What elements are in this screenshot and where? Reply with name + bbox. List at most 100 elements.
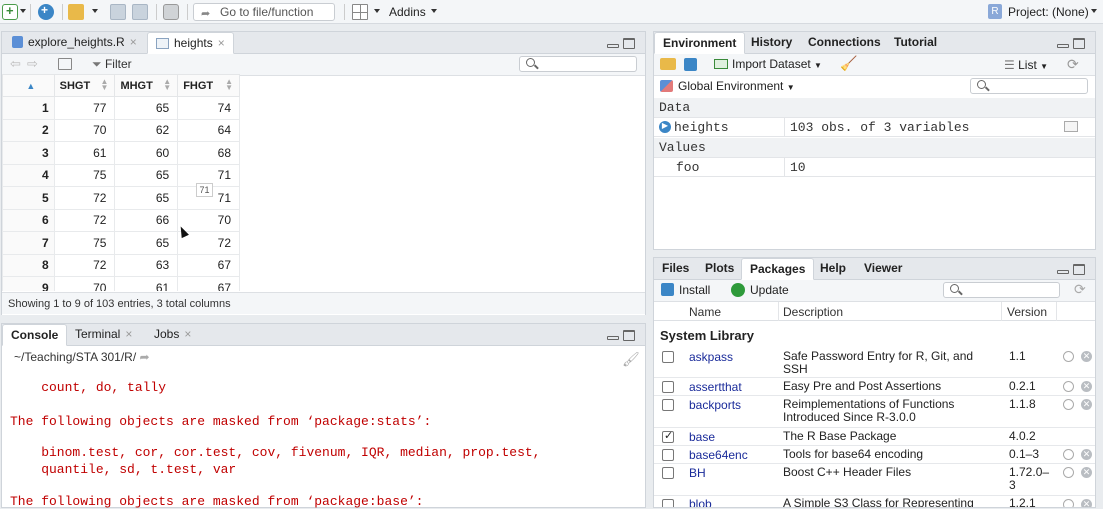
environment-pane-minmax[interactable] (1057, 38, 1089, 50)
load-workspace-icon[interactable] (660, 58, 676, 70)
tab-viewer[interactable]: Viewer (856, 258, 910, 280)
package-name-link[interactable]: base64enc (689, 448, 748, 462)
goto-file-function-input[interactable]: ➦ Go to file/function (193, 3, 335, 21)
save-all-icon[interactable] (132, 4, 148, 20)
clear-console-icon[interactable]: 🖌 (622, 348, 640, 370)
refresh-icon[interactable]: ⟳ (1067, 56, 1079, 73)
rownum-header[interactable]: ▲ (2, 74, 55, 97)
sort-icon[interactable]: ▲ ▼ (101, 78, 109, 92)
globe-icon[interactable] (1063, 399, 1074, 410)
save-icon[interactable] (110, 4, 126, 20)
grid-search-input[interactable] (519, 56, 637, 72)
package-name-link[interactable]: blob (689, 497, 712, 507)
minimize-icon[interactable] (607, 336, 619, 340)
globe-icon[interactable] (1063, 449, 1074, 460)
package-checkbox[interactable] (662, 467, 674, 479)
maximize-icon[interactable] (1073, 38, 1085, 49)
tab-history[interactable]: History (743, 32, 800, 54)
maximize-icon[interactable] (623, 330, 635, 341)
environment-search-input[interactable] (970, 78, 1088, 94)
column-header[interactable]: SHGT ▲ ▼ (53, 74, 116, 97)
pane-layout-dropdown-icon[interactable] (374, 9, 380, 13)
addins-dropdown-icon[interactable] (431, 9, 437, 13)
col-version-header[interactable]: Version (1007, 305, 1047, 319)
goto-dir-icon[interactable]: ➦ (140, 350, 150, 364)
package-name-link[interactable]: base (689, 430, 715, 444)
pane-layout-icon[interactable] (352, 4, 368, 20)
sort-icon[interactable]: ▲ ▼ (163, 78, 171, 92)
remove-package-icon[interactable]: ✕ (1081, 399, 1092, 410)
print-icon[interactable] (163, 4, 179, 20)
popout-icon[interactable] (58, 58, 72, 70)
remove-package-icon[interactable]: ✕ (1081, 467, 1092, 478)
tab-connections[interactable]: Connections (800, 32, 889, 54)
package-name-link[interactable]: askpass (689, 350, 733, 364)
tab-plots[interactable]: Plots (697, 258, 742, 280)
package-checkbox[interactable] (662, 399, 674, 411)
package-name-link[interactable]: BH (689, 466, 706, 480)
packages-pane-minmax[interactable] (1057, 264, 1089, 276)
console-pane-minmax[interactable] (607, 330, 639, 342)
minimize-icon[interactable] (1057, 44, 1069, 48)
env-row-heights[interactable]: ▶ heights 103 obs. of 3 variables (654, 118, 1095, 137)
close-icon[interactable]: × (130, 35, 137, 49)
globe-icon[interactable] (1063, 351, 1074, 362)
tab-environment[interactable]: Environment (654, 32, 746, 54)
addins-menu[interactable]: Addins (389, 5, 426, 19)
new-file-icon[interactable]: + (2, 3, 18, 20)
tab-terminal[interactable]: Terminal × (67, 324, 140, 346)
packages-search-input[interactable] (943, 282, 1060, 298)
tab-packages[interactable]: Packages (741, 258, 815, 280)
tab-tutorial[interactable]: Tutorial (886, 32, 945, 54)
new-project-icon[interactable]: + (38, 3, 54, 20)
back-arrow-icon[interactable]: ⇦ (10, 56, 21, 72)
close-icon[interactable]: × (218, 36, 225, 50)
package-checkbox[interactable] (662, 351, 674, 363)
remove-package-icon[interactable]: ✕ (1081, 381, 1092, 392)
package-name-link[interactable]: backports (689, 398, 741, 412)
package-name-link[interactable]: assertthat (689, 380, 742, 394)
tab-console[interactable]: Console (2, 324, 68, 346)
view-table-icon[interactable] (1064, 121, 1078, 132)
maximize-icon[interactable] (1073, 264, 1085, 275)
close-icon[interactable]: × (125, 327, 132, 341)
package-checkbox[interactable] (662, 381, 674, 393)
install-button[interactable]: Install (661, 283, 710, 297)
column-header[interactable]: MHGT ▲ ▼ (114, 74, 179, 97)
column-header[interactable]: FHGT ▲ ▼ (177, 74, 240, 97)
list-view-menu[interactable]: ☰ List ▼ (1004, 58, 1048, 72)
save-workspace-icon[interactable] (684, 58, 697, 71)
expand-icon[interactable]: ▶ (659, 121, 671, 133)
sort-icon[interactable]: ▲ ▼ (225, 78, 233, 92)
new-file-dropdown-icon[interactable] (20, 9, 26, 13)
global-env-button[interactable]: Global Environment ▼ (660, 79, 795, 93)
source-pane-minmax[interactable] (607, 38, 639, 50)
close-icon[interactable]: × (184, 327, 191, 341)
project-dropdown-icon[interactable] (1091, 9, 1097, 13)
minimize-icon[interactable] (1057, 270, 1069, 274)
globe-icon[interactable] (1063, 381, 1074, 392)
open-file-icon[interactable] (68, 4, 84, 20)
refresh-icon[interactable]: ⟳ (1074, 281, 1086, 298)
import-dataset-button[interactable]: Import Dataset ▼ (714, 57, 822, 71)
tab-heights[interactable]: heights × (147, 32, 234, 54)
maximize-icon[interactable] (623, 38, 635, 49)
open-file-dropdown-icon[interactable] (92, 9, 98, 13)
tab-jobs[interactable]: Jobs × (146, 324, 199, 346)
minimize-icon[interactable] (607, 44, 619, 48)
clear-objects-icon[interactable]: 🧹 (840, 55, 857, 72)
package-checkbox[interactable] (662, 429, 674, 443)
package-checkbox[interactable] (662, 449, 674, 461)
remove-package-icon[interactable]: ✕ (1081, 351, 1092, 362)
remove-package-icon[interactable]: ✕ (1081, 449, 1092, 460)
tab-explore-heights[interactable]: explore_heights.R × (4, 32, 145, 54)
tab-help[interactable]: Help (812, 258, 854, 280)
col-description-header[interactable]: Description (783, 305, 843, 319)
forward-arrow-icon[interactable]: ⇨ (27, 56, 38, 72)
globe-icon[interactable] (1063, 467, 1074, 478)
update-button[interactable]: Update (731, 283, 789, 297)
tab-files[interactable]: Files (654, 258, 697, 280)
env-row-foo[interactable]: foo 10 (654, 158, 1095, 177)
filter-button[interactable]: ⏷ Filter (92, 57, 132, 72)
project-menu[interactable]: Project: (None) (1008, 5, 1089, 19)
